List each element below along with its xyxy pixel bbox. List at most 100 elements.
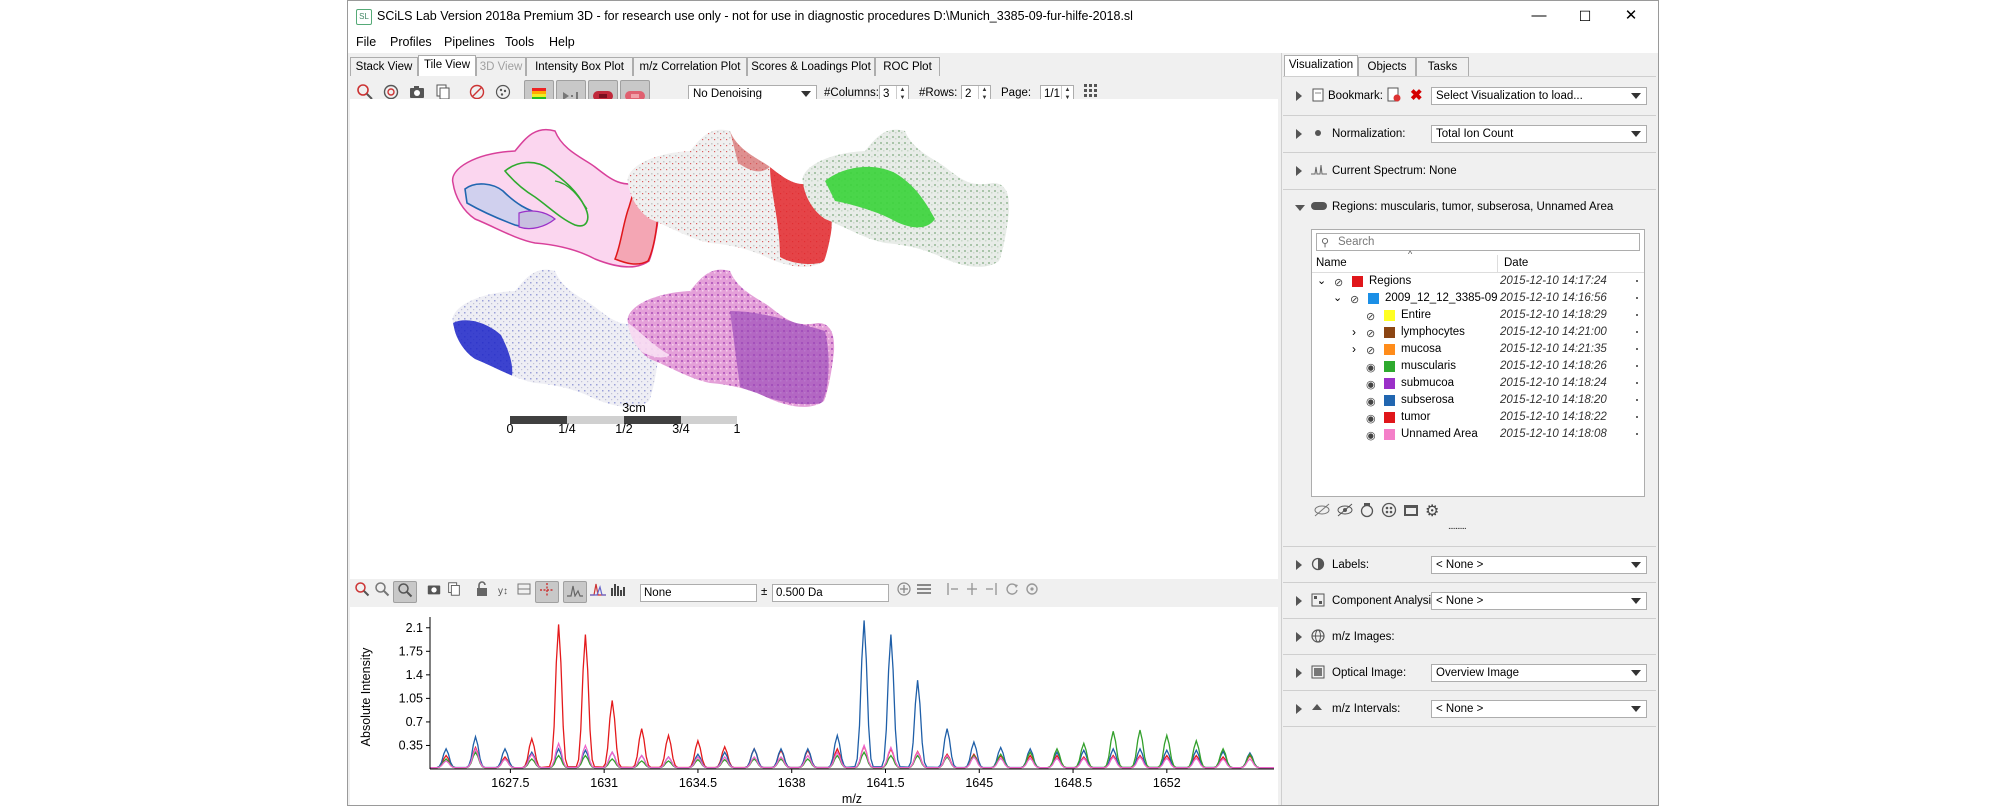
tree-row-name: Entire [1401, 309, 1432, 321]
tree-row-mucosa[interactable]: › ⊘ mucosa 2015-12-10 14:21:35 [1312, 341, 1644, 358]
spectrum-camera-icon[interactable] [424, 581, 444, 603]
tab-tile-view[interactable]: Tile View [418, 55, 476, 76]
column-date-header[interactable]: Date [1504, 257, 1528, 269]
panel-splitter[interactable] [1281, 53, 1282, 805]
color-swatch [1384, 361, 1395, 372]
spectrum-plot-panel[interactable]: 1627.5 1631 1634.5 1638 1641.5 1645 1648.5 1652… [350, 607, 1278, 806]
expand-closed-icon[interactable]: › [1352, 341, 1356, 358]
scalebar-tick: 0 [507, 422, 514, 436]
close-button[interactable]: ✕ [1608, 1, 1654, 31]
optical-select[interactable]: Overview Image [1431, 664, 1647, 682]
tree-row-regions[interactable]: ⌄ ⊘ Regions 2015-12-10 14:17:24 [1312, 273, 1644, 290]
peak-pick-icon[interactable] [514, 581, 534, 603]
mz-images-expander[interactable] [1296, 632, 1302, 642]
zoom-box-button[interactable] [393, 581, 417, 603]
zoom-in-icon[interactable] [372, 581, 392, 603]
current-spectrum-expander[interactable] [1296, 166, 1302, 176]
tile-optical-he[interactable] [620, 251, 840, 421]
tree-row-name: lymphocytes [1401, 326, 1465, 338]
spectrum-copy-icon[interactable] [444, 581, 464, 603]
tree-row-subserosa[interactable]: ◉ subserosa 2015-12-10 14:18:20 [1312, 392, 1644, 409]
current-spectrum-section: Current Spectrum: None [1283, 153, 1656, 190]
tree-row-unnamed-area[interactable]: ◉ Unnamed Area 2015-12-10 14:18:08 [1312, 426, 1644, 443]
bookmark-select[interactable]: Select Visualization to load... [1431, 87, 1647, 105]
interval-refresh-icon[interactable] [1002, 581, 1022, 603]
tree-row-submucoa[interactable]: ◉ submucoa 2015-12-10 14:18:24 [1312, 375, 1644, 392]
interval-add-right-icon[interactable] [982, 581, 1002, 603]
tab-scores-loadings-plot[interactable]: Scores & Loadings Plot [747, 57, 875, 76]
tab-visualization[interactable]: Visualization [1284, 55, 1358, 76]
menu-tools[interactable]: Tools [505, 35, 534, 49]
app-logo-icon: SL [356, 9, 372, 25]
zoom-in-red-icon[interactable] [352, 581, 372, 603]
mz-intervals-label: m/z Intervals: [1332, 703, 1401, 715]
interval-add-left-icon[interactable] [942, 581, 962, 603]
add-interval-icon[interactable] [894, 581, 914, 603]
interval-list-icon[interactable] [914, 581, 934, 603]
tree-row-date: 2015-12-10 14:18:29 [1500, 309, 1607, 321]
delete-bookmark-icon[interactable]: ✖ [1410, 86, 1423, 104]
tile-view-panel[interactable]: 3cm 0 1/4 1/2 3/4 1 [350, 99, 1278, 579]
overlay-spectra-icon[interactable] [588, 581, 608, 603]
normalization-expander[interactable] [1296, 129, 1302, 139]
tree-row-tumor[interactable]: ◉ tumor 2015-12-10 14:18:22 [1312, 409, 1644, 426]
interval-remove-icon[interactable] [962, 581, 982, 603]
tree-row-dataset[interactable]: ⌄ ⊘ 2009_12_12_3385-09 2015-12-10 14:16:… [1312, 290, 1644, 307]
tab-tasks[interactable]: Tasks [1416, 57, 1469, 76]
region-tool-icon[interactable] [1359, 502, 1375, 521]
tab-intensity-box-plot[interactable]: Intensity Box Plot [526, 57, 633, 76]
menu-profiles[interactable]: Profiles [390, 35, 432, 49]
tile-regions-overlay[interactable] [451, 128, 660, 268]
tree-row-name: mucosa [1401, 343, 1442, 355]
tree-row-lymphocytes[interactable]: › ⊘ lymphocytes 2015-12-10 14:21:00 [1312, 324, 1644, 341]
expand-open-icon[interactable]: ⌄ [1317, 273, 1326, 290]
mz-input[interactable]: None [640, 584, 757, 602]
spectrum-chart[interactable]: 1627.5 1631 1634.5 1638 1641.5 1645 1648.5 1652… [350, 607, 1278, 806]
tree-row-entire[interactable]: ⊘ Entire 2015-12-10 14:18:29 [1312, 307, 1644, 324]
menu-file[interactable]: File [356, 35, 376, 49]
menu-help[interactable]: Help [549, 35, 575, 49]
tolerance-input[interactable]: 0.500 Da [772, 584, 889, 602]
bookmark-expander[interactable] [1296, 91, 1302, 101]
component-select[interactable]: < None > [1431, 592, 1647, 610]
tile-mz-green[interactable] [795, 111, 1015, 281]
save-bookmark-icon[interactable] [1387, 87, 1401, 106]
minimize-button[interactable]: — [1516, 1, 1562, 31]
mz-intervals-select[interactable]: < None > [1431, 700, 1647, 718]
interval-settings-icon[interactable] [1022, 581, 1042, 603]
tree-row-muscularis[interactable]: ◉ muscularis 2015-12-10 14:18:26 [1312, 358, 1644, 375]
labels-expander[interactable] [1296, 560, 1302, 570]
expand-open-icon[interactable]: ⌄ [1333, 290, 1342, 307]
tab-stack-view[interactable]: Stack View [350, 57, 418, 76]
histogram-icon[interactable] [608, 581, 628, 603]
normalization-select[interactable]: Total Ion Count [1431, 125, 1647, 143]
gear-icon[interactable]: ⚙ [1425, 501, 1439, 521]
maximize-button[interactable]: ☐ [1562, 1, 1608, 31]
mz-intervals-expander[interactable] [1296, 704, 1302, 714]
palette-icon[interactable] [1381, 502, 1397, 521]
spectrum-mode-button[interactable] [563, 581, 587, 603]
menu-pipelines[interactable]: Pipelines [444, 35, 495, 49]
component-expander[interactable] [1296, 596, 1302, 606]
lock-icon[interactable] [472, 581, 492, 603]
optical-expander[interactable] [1296, 668, 1302, 678]
regions-tree[interactable]: ⚲ Search Name ^ Date ⌄ ⊘ Regions 2015-12… [1311, 229, 1645, 497]
tab-objects[interactable]: Objects [1358, 57, 1416, 76]
regions-expander[interactable] [1295, 205, 1305, 211]
splitter-handle[interactable]: .......... [1448, 521, 1467, 532]
tab-mz-correlation-plot[interactable]: m/z Correlation Plot [633, 57, 747, 76]
column-name-header[interactable]: Name [1316, 257, 1347, 269]
tab-roc-plot[interactable]: ROC Plot [875, 57, 940, 76]
folder-icon[interactable] [1403, 502, 1419, 521]
labels-select[interactable]: < None > [1431, 556, 1647, 574]
globe-icon [1311, 629, 1325, 646]
tab-3d-view[interactable]: 3D View [476, 57, 526, 76]
expand-closed-icon[interactable]: › [1352, 324, 1356, 341]
region-search-box[interactable]: ⚲ Search [1316, 233, 1640, 251]
axis-scale-icon[interactable]: y↕ [492, 581, 514, 603]
normalization-section: Normalization: Total Ion Count [1283, 116, 1656, 153]
crosshair-button[interactable] [535, 581, 559, 603]
hide-all-icon[interactable] [1313, 503, 1331, 520]
eye-open-icon[interactable]: ◉ [1366, 428, 1376, 445]
toggle-visibility-icon[interactable] [1336, 503, 1354, 520]
